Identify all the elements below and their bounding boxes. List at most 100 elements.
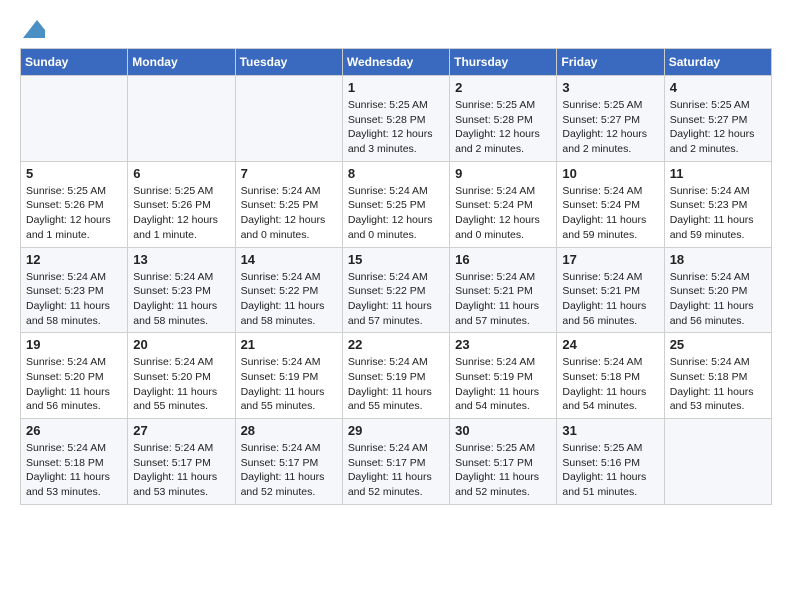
weekday-header: Friday [557, 49, 664, 76]
calendar-cell: 25 Sunrise: 5:24 AMSunset: 5:18 PMDayligh… [664, 333, 771, 419]
calendar-cell: 26 Sunrise: 5:24 AMSunset: 5:18 PMDayligh… [21, 419, 128, 505]
day-number: 20 [133, 337, 229, 352]
day-info: Sunrise: 5:24 AMSunset: 5:24 PMDaylight:… [562, 184, 658, 243]
calendar-week-row: 19 Sunrise: 5:24 AMSunset: 5:20 PMDayligh… [21, 333, 772, 419]
calendar-cell [664, 419, 771, 505]
calendar-cell: 12Sunrise: 5:24 AMSunset: 5:23 PMDayligh… [21, 247, 128, 333]
day-info: Sunrise: 5:24 AMSunset: 5:20 PMDaylight:… [26, 355, 122, 414]
day-info: Sunrise: 5:24 AMSunset: 5:17 PMDaylight:… [348, 441, 444, 500]
day-number: 6 [133, 166, 229, 181]
calendar-cell: 14Sunrise: 5:24 AMSunset: 5:22 PMDayligh… [235, 247, 342, 333]
day-number: 25 [670, 337, 766, 352]
day-number: 31 [562, 423, 658, 438]
day-number: 12 [26, 252, 122, 267]
day-info: Sunrise: 5:25 AMSunset: 5:26 PMDaylight:… [26, 184, 122, 243]
day-number: 24 [562, 337, 658, 352]
calendar-week-row: 5Sunrise: 5:25 AMSunset: 5:26 PMDaylight… [21, 161, 772, 247]
calendar-cell: 20 Sunrise: 5:24 AMSunset: 5:20 PMDayligh… [128, 333, 235, 419]
calendar-cell: 10 Sunrise: 5:24 AMSunset: 5:24 PMDayligh… [557, 161, 664, 247]
calendar-cell: 15 Sunrise: 5:24 AMSunset: 5:22 PMDayligh… [342, 247, 449, 333]
calendar-cell: 8 Sunrise: 5:24 AMSunset: 5:25 PMDaylight… [342, 161, 449, 247]
day-number: 1 [348, 80, 444, 95]
calendar-cell: 5Sunrise: 5:25 AMSunset: 5:26 PMDaylight… [21, 161, 128, 247]
day-info: Sunrise: 5:25 AMSunset: 5:16 PMDaylight:… [562, 441, 658, 500]
day-info: Sunrise: 5:25 AMSunset: 5:17 PMDaylight:… [455, 441, 551, 500]
calendar-cell: 1 Sunrise: 5:25 AMSunset: 5:28 PMDaylight… [342, 76, 449, 162]
day-info: Sunrise: 5:24 AMSunset: 5:17 PMDaylight:… [133, 441, 229, 500]
day-number: 15 [348, 252, 444, 267]
day-info: Sunrise: 5:24 AMSunset: 5:20 PMDaylight:… [133, 355, 229, 414]
day-number: 8 [348, 166, 444, 181]
calendar-cell: 17 Sunrise: 5:24 AMSunset: 5:21 PMDayligh… [557, 247, 664, 333]
calendar-cell: 19 Sunrise: 5:24 AMSunset: 5:20 PMDayligh… [21, 333, 128, 419]
calendar-cell: 9 Sunrise: 5:24 AMSunset: 5:24 PMDaylight… [450, 161, 557, 247]
calendar-cell: 31 Sunrise: 5:25 AMSunset: 5:16 PMDayligh… [557, 419, 664, 505]
day-number: 17 [562, 252, 658, 267]
calendar-cell: 23Sunrise: 5:24 AMSunset: 5:19 PMDayligh… [450, 333, 557, 419]
calendar-header: SundayMondayTuesdayWednesdayThursdayFrid… [21, 49, 772, 76]
weekday-header: Wednesday [342, 49, 449, 76]
day-number: 28 [241, 423, 337, 438]
day-number: 11 [670, 166, 766, 181]
calendar-cell [235, 76, 342, 162]
calendar-week-row: 1 Sunrise: 5:25 AMSunset: 5:28 PMDaylight… [21, 76, 772, 162]
day-info: Sunrise: 5:24 AMSunset: 5:19 PMDaylight:… [348, 355, 444, 414]
day-info: Sunrise: 5:24 AMSunset: 5:21 PMDaylight:… [562, 270, 658, 329]
day-number: 27 [133, 423, 229, 438]
calendar-cell: 2 Sunrise: 5:25 AMSunset: 5:28 PMDaylight… [450, 76, 557, 162]
day-number: 29 [348, 423, 444, 438]
day-number: 23 [455, 337, 551, 352]
calendar-cell: 24Sunrise: 5:24 AMSunset: 5:18 PMDayligh… [557, 333, 664, 419]
day-info: Sunrise: 5:24 AMSunset: 5:21 PMDaylight:… [455, 270, 551, 329]
day-info: Sunrise: 5:25 AMSunset: 5:26 PMDaylight:… [133, 184, 229, 243]
day-number: 22 [348, 337, 444, 352]
calendar-cell: 11 Sunrise: 5:24 AMSunset: 5:23 PMDayligh… [664, 161, 771, 247]
day-info: Sunrise: 5:24 AMSunset: 5:24 PMDaylight:… [455, 184, 551, 243]
day-number: 19 [26, 337, 122, 352]
calendar-cell: 16 Sunrise: 5:24 AMSunset: 5:21 PMDayligh… [450, 247, 557, 333]
day-info: Sunrise: 5:24 AMSunset: 5:22 PMDaylight:… [241, 270, 337, 329]
day-info: Sunrise: 5:24 AMSunset: 5:22 PMDaylight:… [348, 270, 444, 329]
day-info: Sunrise: 5:24 AMSunset: 5:25 PMDaylight:… [348, 184, 444, 243]
day-number: 7 [241, 166, 337, 181]
calendar-cell: 27 Sunrise: 5:24 AMSunset: 5:17 PMDayligh… [128, 419, 235, 505]
day-info: Sunrise: 5:25 AMSunset: 5:27 PMDaylight:… [670, 98, 766, 157]
day-number: 4 [670, 80, 766, 95]
calendar-cell: 4 Sunrise: 5:25 AMSunset: 5:27 PMDaylight… [664, 76, 771, 162]
day-number: 30 [455, 423, 551, 438]
day-number: 16 [455, 252, 551, 267]
day-info: Sunrise: 5:24 AMSunset: 5:23 PMDaylight:… [670, 184, 766, 243]
weekday-header: Saturday [664, 49, 771, 76]
calendar-cell: 6 Sunrise: 5:25 AMSunset: 5:26 PMDaylight… [128, 161, 235, 247]
calendar-cell: 21 Sunrise: 5:24 AMSunset: 5:19 PMDayligh… [235, 333, 342, 419]
calendar-body: 1 Sunrise: 5:25 AMSunset: 5:28 PMDaylight… [21, 76, 772, 505]
day-number: 26 [26, 423, 122, 438]
calendar-cell: 3Sunrise: 5:25 AMSunset: 5:27 PMDaylight… [557, 76, 664, 162]
calendar-week-row: 12 Sunrise: 5:24 AMSunset: 5:23 PMDayligh… [21, 247, 772, 333]
day-info: Sunrise: 5:24 AMSunset: 5:18 PMDaylight:… [26, 441, 122, 500]
day-info: Sunrise: 5:25 AMSunset: 5:28 PMDaylight:… [348, 98, 444, 157]
calendar-cell: 30 Sunrise: 5:25 AMSunset: 5:17 PMDayligh… [450, 419, 557, 505]
day-number: 21 [241, 337, 337, 352]
calendar-cell: 28Sunrise: 5:24 AMSunset: 5:17 PMDayligh… [235, 419, 342, 505]
weekday-header: Thursday [450, 49, 557, 76]
calendar-cell: 18 Sunrise: 5:24 AMSunset: 5:20 PMDayligh… [664, 247, 771, 333]
day-number: 9 [455, 166, 551, 181]
day-info: Sunrise: 5:24 AMSunset: 5:20 PMDaylight:… [670, 270, 766, 329]
weekday-header: Monday [128, 49, 235, 76]
day-number: 2 [455, 80, 551, 95]
day-number: 18 [670, 252, 766, 267]
calendar-cell: 7 Sunrise: 5:24 AMSunset: 5:25 PMDaylight… [235, 161, 342, 247]
day-info: Sunrise: 5:24 AMSunset: 5:18 PMDaylight:… [670, 355, 766, 414]
day-number: 13 [133, 252, 229, 267]
calendar-cell: 29 Sunrise: 5:24 AMSunset: 5:17 PMDayligh… [342, 419, 449, 505]
day-number: 3 [562, 80, 658, 95]
day-info: Sunrise: 5:25 AMSunset: 5:28 PMDaylight:… [455, 98, 551, 157]
calendar-cell: 13 Sunrise: 5:24 AMSunset: 5:23 PMDayligh… [128, 247, 235, 333]
day-number: 10 [562, 166, 658, 181]
logo [20, 20, 45, 38]
day-info: Sunrise: 5:24 AMSunset: 5:25 PMDaylight:… [241, 184, 337, 243]
day-info: Sunrise: 5:24 AMSunset: 5:23 PMDaylight:… [133, 270, 229, 329]
page-header [20, 20, 772, 38]
day-info: Sunrise: 5:24 AMSunset: 5:19 PMDaylight:… [241, 355, 337, 414]
